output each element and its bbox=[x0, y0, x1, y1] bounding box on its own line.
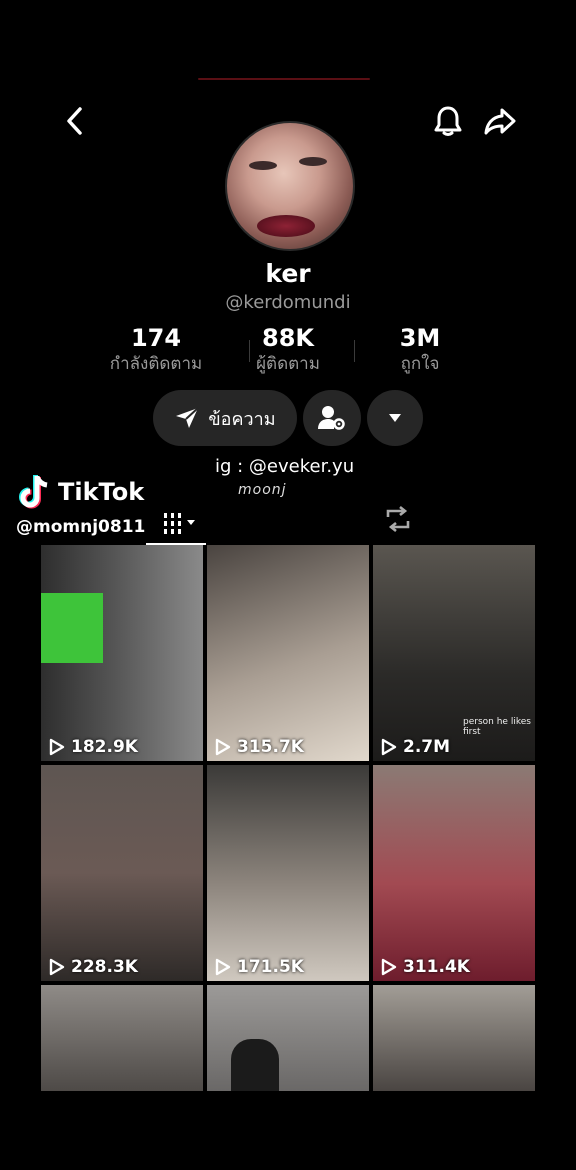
tab-reposts[interactable] bbox=[382, 505, 422, 535]
stat-value: 88K bbox=[262, 324, 314, 352]
avatar-eye bbox=[249, 161, 277, 170]
play-icon bbox=[49, 738, 65, 756]
views-count: 315.7K bbox=[237, 737, 304, 757]
avatar-lips bbox=[257, 215, 315, 237]
video-thumbnail[interactable] bbox=[373, 985, 535, 1091]
repost-icon bbox=[386, 505, 410, 533]
stat-value: 3M bbox=[399, 324, 441, 352]
tab-videos[interactable] bbox=[146, 505, 206, 543]
video-thumbnail[interactable] bbox=[207, 985, 369, 1091]
video-thumbnail[interactable]: 228.3K bbox=[41, 765, 203, 981]
top-indicator bbox=[198, 78, 370, 80]
play-icon bbox=[381, 738, 397, 756]
video-thumbnail[interactable]: 171.5K bbox=[207, 765, 369, 981]
play-icon bbox=[215, 958, 231, 976]
avatar-eye bbox=[299, 157, 327, 166]
back-button[interactable] bbox=[58, 104, 92, 138]
message-label: ข้อความ bbox=[208, 408, 276, 430]
video-views: 182.9K bbox=[49, 737, 138, 757]
watermark-username: @momnj0811 bbox=[16, 517, 146, 537]
video-views: 2.7M bbox=[381, 737, 450, 757]
stat-label: ถูกใจ bbox=[400, 354, 440, 374]
video-thumbnail[interactable]: 182.9K bbox=[41, 545, 203, 761]
profile-bio: ig : @eveker.yu bbox=[215, 456, 355, 477]
stat-followers[interactable]: 88K ผู้ติดตาม bbox=[213, 324, 363, 377]
tiktok-brand: TikTok bbox=[58, 478, 145, 506]
tiktok-logo-icon bbox=[19, 475, 48, 509]
thumbnail-figure bbox=[41, 593, 103, 663]
play-icon bbox=[215, 738, 231, 756]
notification-button[interactable] bbox=[431, 104, 465, 138]
message-button[interactable]: ข้อความ bbox=[153, 390, 297, 446]
video-views: 311.4K bbox=[381, 957, 470, 977]
views-count: 2.7M bbox=[403, 737, 451, 757]
stat-following[interactable]: 174 กำลังติดตาม bbox=[81, 324, 231, 377]
send-icon bbox=[176, 407, 200, 428]
profile-handle: @kerdomundi bbox=[225, 292, 351, 313]
video-views: 228.3K bbox=[49, 957, 138, 977]
chevron-left-icon bbox=[67, 107, 82, 135]
bio-scribble: moonj bbox=[238, 482, 287, 498]
more-options-button[interactable] bbox=[367, 390, 423, 446]
avatar[interactable] bbox=[225, 121, 355, 251]
person-gear-icon bbox=[318, 406, 345, 430]
video-views: 315.7K bbox=[215, 737, 304, 757]
tiktok-watermark: TikTok bbox=[18, 474, 144, 510]
play-icon bbox=[49, 958, 65, 976]
views-count: 228.3K bbox=[71, 957, 138, 977]
video-thumbnail[interactable]: 315.7K bbox=[207, 545, 369, 761]
thumbnail-figure bbox=[231, 1039, 279, 1091]
stat-likes: 3M ถูกใจ bbox=[345, 324, 495, 377]
stat-label: ผู้ติดตาม bbox=[256, 354, 320, 374]
suggested-friends-button[interactable] bbox=[303, 390, 361, 446]
stat-value: 174 bbox=[130, 324, 182, 352]
profile-name: ker bbox=[265, 259, 311, 288]
share-arrow-icon bbox=[484, 108, 516, 135]
share-button[interactable] bbox=[482, 104, 518, 138]
video-thumbnail[interactable]: 311.4K bbox=[373, 765, 535, 981]
video-thumbnail[interactable]: person he likes first 2.7M bbox=[373, 545, 535, 761]
stat-label: กำลังติดตาม bbox=[109, 354, 203, 374]
play-icon bbox=[381, 958, 397, 976]
views-count: 171.5K bbox=[237, 957, 304, 977]
views-count: 182.9K bbox=[71, 737, 138, 757]
video-thumbnail[interactable] bbox=[41, 985, 203, 1091]
grid-icon bbox=[164, 513, 195, 534]
video-grid: 182.9K 315.7K person he likes first 2.7M… bbox=[41, 545, 535, 1091]
bell-icon bbox=[434, 106, 462, 136]
video-caption: person he likes first bbox=[463, 717, 531, 737]
views-count: 311.4K bbox=[403, 957, 470, 977]
caret-down-icon bbox=[389, 414, 401, 422]
video-views: 171.5K bbox=[215, 957, 304, 977]
